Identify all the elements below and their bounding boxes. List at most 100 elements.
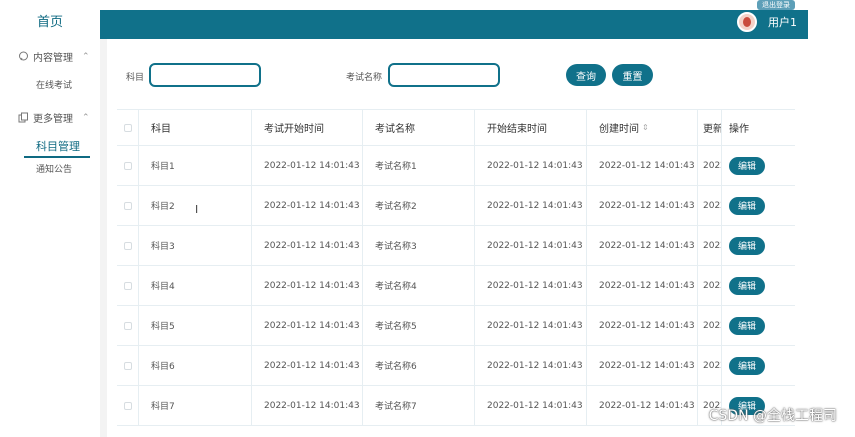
cell-updated-time: 2022 <box>698 186 722 225</box>
header-bar <box>100 10 808 39</box>
cell-created-time: 2022-01-12 14:01:43 <box>587 226 698 265</box>
table-row: 科目4 2022-01-12 14:01:43 考试名称4 2022-01-12… <box>117 266 795 306</box>
cell-subject: 科目6 <box>139 346 252 385</box>
cell-end-time: 2022-01-12 14:01:43 <box>475 346 587 385</box>
column-header: 考试名称 <box>363 110 475 145</box>
row-checkbox-cell[interactable] <box>117 266 139 305</box>
chat-bubble-icon <box>18 51 29 62</box>
edit-button[interactable]: 编辑 <box>729 196 765 215</box>
select-all-checkbox[interactable] <box>124 123 132 132</box>
sidebar-item-notices[interactable]: 通知公告 <box>36 162 72 175</box>
subject-label: 科目 <box>126 73 145 83</box>
cell-updated-time: 2022 <box>698 346 722 385</box>
sidebar-item-subject-management[interactable]: 科目管理 <box>24 138 90 158</box>
cell-subject: 科目5 <box>139 306 252 345</box>
cell-created-time: 2022-01-12 14:01:43 <box>587 346 698 385</box>
row-checkbox-cell[interactable] <box>117 386 139 425</box>
edit-button[interactable]: 编辑 <box>729 156 765 175</box>
logout-badge[interactable]: 退出登录 <box>757 0 795 10</box>
sidebar-item-online-exam[interactable]: 在线考试 <box>36 78 72 91</box>
edit-button[interactable]: 编辑 <box>729 356 765 375</box>
chevron-up-icon: ⌃ <box>82 112 90 123</box>
cell-subject: 科目4 <box>139 266 252 305</box>
cell-end-time: 2022-01-12 14:01:43 <box>475 266 587 305</box>
header-checkbox-cell[interactable] <box>117 110 139 145</box>
column-header: 考试开始时间 <box>252 110 363 145</box>
cell-exam-name: 考试名称1 <box>363 146 475 185</box>
sidebar-group-label: 更多管理 <box>33 114 73 125</box>
content-gutter <box>100 0 107 437</box>
cell-exam-name: 考试名称3 <box>363 226 475 265</box>
cell-start-time: 2022-01-12 14:01:43 <box>252 386 363 425</box>
cell-end-time: 2022-01-12 14:01:43 <box>475 386 587 425</box>
cell-start-time: 2022-01-12 14:01:43 <box>252 146 363 185</box>
row-checkbox[interactable] <box>124 201 132 210</box>
query-button[interactable]: 查询 <box>566 64 606 86</box>
sidebar-group-label: 内容管理 <box>33 53 73 64</box>
cell-start-time: 2022-01-12 14:01:43 <box>252 226 363 265</box>
cell-actions: 编辑 <box>722 346 795 385</box>
sort-icon[interactable]: ⇕ <box>642 123 649 132</box>
row-checkbox-cell[interactable] <box>117 306 139 345</box>
cell-created-time: 2022-01-12 14:01:43 <box>587 306 698 345</box>
cell-subject: 科目7 <box>139 386 252 425</box>
column-header-label: 创建时间 <box>599 124 639 135</box>
cell-created-time: 2022-01-12 14:01:43 <box>587 266 698 305</box>
sidebar: 首页 内容管理 ⌃ 在线考试 更多管理 ⌃ 科目管理 通知公告 <box>0 0 100 437</box>
cell-updated-time: 2022 <box>698 146 722 185</box>
column-header-sortable[interactable]: 创建时间 ⇕ <box>587 110 698 145</box>
cell-exam-name: 考试名称6 <box>363 346 475 385</box>
cell-exam-name: 考试名称2 <box>363 186 475 225</box>
copy-icon <box>18 112 29 123</box>
row-checkbox[interactable] <box>124 401 132 410</box>
cell-subject: 科目3 <box>139 226 252 265</box>
sidebar-group-more[interactable]: 更多管理 ⌃ <box>18 110 90 125</box>
cell-start-time: 2022-01-12 14:01:43 <box>252 266 363 305</box>
edit-button[interactable]: 编辑 <box>729 236 765 255</box>
cell-exam-name: 考试名称7 <box>363 386 475 425</box>
row-checkbox[interactable] <box>124 321 132 330</box>
sidebar-home-link[interactable]: 首页 <box>0 0 100 40</box>
row-checkbox-cell[interactable] <box>117 346 139 385</box>
row-checkbox[interactable] <box>124 161 132 170</box>
reset-button[interactable]: 重置 <box>612 64 653 86</box>
row-checkbox-cell[interactable] <box>117 226 139 265</box>
subject-table: 科目 考试开始时间 考试名称 开始结束时间 创建时间 ⇕ 更新 操作 科目1 20… <box>117 109 795 426</box>
cell-end-time: 2022-01-12 14:01:43 <box>475 186 587 225</box>
row-checkbox-cell[interactable] <box>117 186 139 225</box>
exam-name-label: 考试名称 <box>346 73 383 83</box>
cell-end-time: 2022-01-12 14:01:43 <box>475 226 587 265</box>
subject-input[interactable] <box>149 63 261 87</box>
cell-updated-time: 2022 <box>698 226 722 265</box>
row-checkbox-cell[interactable] <box>117 146 139 185</box>
header-top-strip <box>100 0 808 10</box>
table-row: 科目3 2022-01-12 14:01:43 考试名称3 2022-01-12… <box>117 226 795 266</box>
cell-updated-time: 2022 <box>698 266 722 305</box>
exam-name-input[interactable] <box>388 63 500 87</box>
table-row: 科目1 2022-01-12 14:01:43 考试名称1 2022-01-12… <box>117 146 795 186</box>
row-checkbox[interactable] <box>124 281 132 290</box>
table-row: 科目7 2022-01-12 14:01:43 考试名称7 2022-01-12… <box>117 386 795 426</box>
sidebar-group-content[interactable]: 内容管理 ⌃ <box>18 49 90 64</box>
cell-created-time: 2022-01-12 14:01:43 <box>587 186 698 225</box>
cell-actions: 编辑 <box>722 266 795 305</box>
chevron-up-icon: ⌃ <box>82 51 90 62</box>
row-checkbox[interactable] <box>124 241 132 250</box>
row-checkbox[interactable] <box>124 361 132 370</box>
cell-created-time: 2022-01-12 14:01:43 <box>587 386 698 425</box>
edit-button[interactable]: 编辑 <box>729 276 765 295</box>
cell-start-time: 2022-01-12 14:01:43 <box>252 306 363 345</box>
cell-actions: 编辑 <box>722 146 795 185</box>
cell-start-time: 2022-01-12 14:01:43 <box>252 346 363 385</box>
username-label[interactable]: 用户1 <box>768 14 797 30</box>
column-header: 科目 <box>139 110 252 145</box>
avatar[interactable] <box>737 12 757 32</box>
cell-exam-name: 考试名称4 <box>363 266 475 305</box>
cell-end-time: 2022-01-12 14:01:43 <box>475 146 587 185</box>
cell-updated-time: 2022 <box>698 306 722 345</box>
column-header: 操作 <box>729 124 749 135</box>
edit-button[interactable]: 编辑 <box>729 316 765 335</box>
table-header-row: 科目 考试开始时间 考试名称 开始结束时间 创建时间 ⇕ 更新 操作 <box>117 110 795 146</box>
cell-subject: 科目1 <box>139 146 252 185</box>
cell-exam-name: 考试名称5 <box>363 306 475 345</box>
